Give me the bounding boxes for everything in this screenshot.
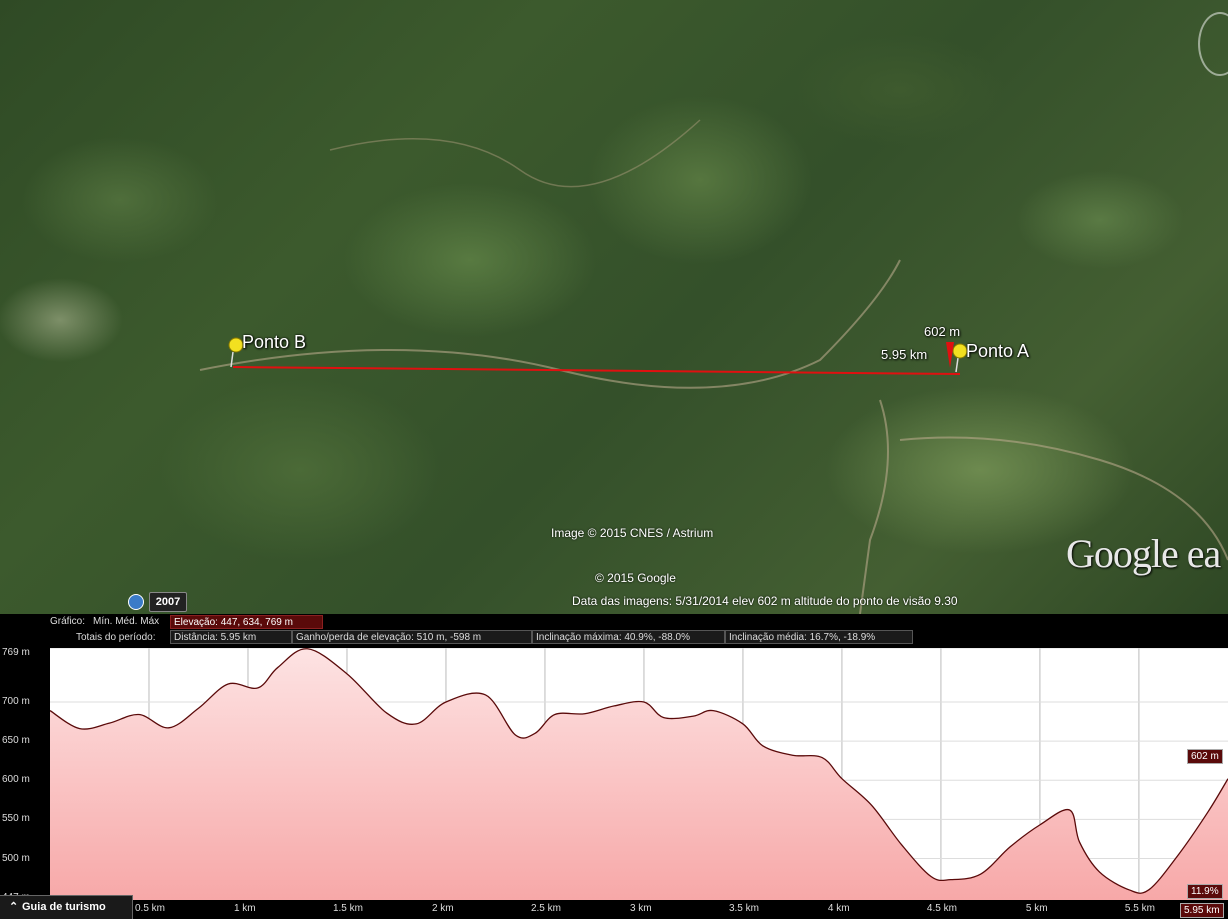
elevation-stat: Elevação: 447, 634, 769 m	[170, 615, 323, 629]
y-tick-label: 550 m	[2, 813, 30, 825]
chart-options[interactable]: Mín. Méd. Máx	[93, 616, 173, 627]
y-tick-label: 769 m	[2, 647, 30, 658]
distance-stat: Distância: 5.95 km	[170, 630, 292, 644]
x-tick-label: 0.5 km	[134, 903, 165, 914]
xtick-end-badge: 5.95 km	[1180, 903, 1224, 918]
distance-label: 5.95 km	[881, 347, 928, 362]
x-tick-label: 3 km	[629, 903, 652, 914]
elevation-chart[interactable]	[50, 648, 1228, 900]
historical-imagery-year[interactable]: 2007	[149, 592, 187, 612]
y-tick-label: 600 m	[2, 774, 30, 786]
avg-slope-stat: Inclinação média: 16.7%, -18.9%	[725, 630, 913, 644]
point-b-label[interactable]: Ponto B	[242, 332, 306, 353]
y-tick-label: 500 m	[2, 852, 30, 864]
y-tick-label: 700 m	[2, 696, 30, 707]
point-a-label[interactable]: Ponto A	[966, 341, 1029, 362]
satellite-map[interactable]: Ponto B Ponto A 602 m 5.95 km Image © 20…	[0, 0, 1228, 614]
map-overlay	[199, 119, 1228, 614]
current-slope-badge: 11.9%	[1187, 884, 1223, 899]
elevation-marker-icon	[946, 342, 954, 368]
x-tick-label: 4 km	[827, 903, 850, 914]
route-line	[232, 366, 961, 375]
x-tick-label: 2 km	[431, 903, 454, 914]
gain-loss-stat: Ganho/perda de elevação: 510 m, -598 m	[292, 630, 532, 644]
road	[329, 119, 701, 188]
y-tick-label: 650 m	[2, 735, 30, 747]
x-tick-label: 4.5 km	[926, 903, 957, 914]
pushpin-icon[interactable]	[946, 342, 968, 373]
status-bar-text: Data das imagens: 5/31/2014 elev 602 m a…	[572, 594, 958, 608]
max-slope-stat: Inclinação máxima: 40.9%, -88.0%	[532, 630, 725, 644]
road	[859, 399, 889, 614]
google-logo: Google ea	[1066, 531, 1221, 576]
x-tick-label: 5 km	[1025, 903, 1048, 914]
chart-svg	[50, 648, 1228, 900]
x-tick-label: 1.5 km	[332, 903, 363, 914]
chart-key: Gráfico:	[50, 616, 86, 627]
totals-key: Totais do período:	[76, 632, 156, 643]
clock-icon[interactable]	[128, 594, 144, 610]
google-credit: © 2015 Google	[595, 571, 676, 585]
x-tick-label: 3.5 km	[728, 903, 759, 914]
x-tick-label: 1 km	[233, 903, 256, 914]
current-elevation-badge: 602 m	[1187, 749, 1223, 764]
chevron-up-icon: ⌃	[9, 901, 19, 913]
elevation-label: 602 m	[924, 324, 961, 339]
x-tick-label: 5.5 km	[1124, 903, 1155, 914]
tour-guide-label: Guia de turismo	[22, 901, 106, 913]
profile-area	[50, 648, 1228, 900]
tour-guide-button[interactable]: ⌃ Guia de turismo	[0, 895, 133, 919]
x-tick-label: 2.5 km	[530, 903, 561, 914]
image-credit: Image © 2015 CNES / Astrium	[551, 526, 714, 540]
